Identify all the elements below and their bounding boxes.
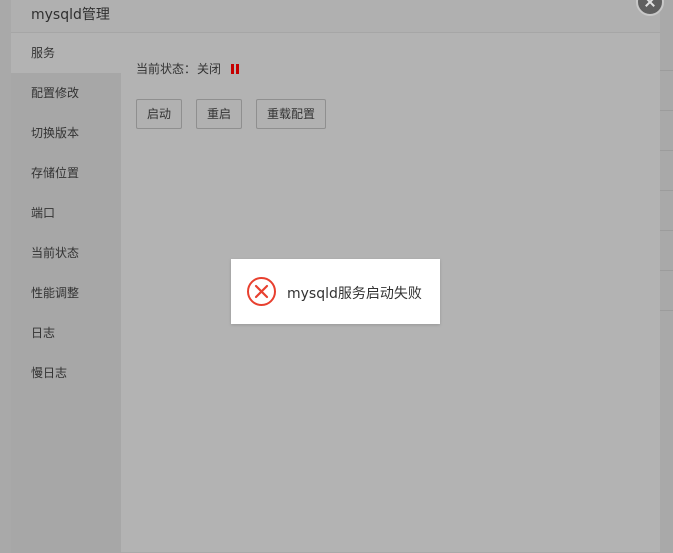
start-button[interactable]: 启动 — [136, 99, 183, 129]
pause-icon — [230, 63, 241, 77]
sidebar-item-performance[interactable]: 性能调整 — [11, 273, 121, 313]
status-label: 当前状态： — [136, 62, 197, 76]
sidebar-item-storage[interactable]: 存储位置 — [11, 153, 121, 193]
sidebar-item-log[interactable]: 日志 — [11, 313, 121, 353]
sidebar-item-status[interactable]: 当前状态 — [11, 233, 121, 273]
service-actions: 启动 重启 重载配置 — [136, 99, 340, 129]
reload-config-button[interactable]: 重载配置 — [256, 99, 327, 129]
error-circle-icon — [247, 277, 276, 306]
sidebar-item-version[interactable]: 切换版本 — [11, 113, 121, 153]
sidebar: 服务 配置修改 切换版本 存储位置 端口 当前状态 性能调整 日志 慢日志 — [11, 33, 121, 553]
dialog-title-bar: mysqld管理 — [11, 0, 660, 33]
status-value: 关闭 — [197, 62, 222, 76]
toast-message: mysqld服务启动失败 — [287, 286, 422, 302]
sidebar-item-service[interactable]: 服务 — [11, 33, 121, 73]
restart-button[interactable]: 重启 — [196, 99, 243, 129]
error-toast: mysqld服务启动失败 — [231, 259, 440, 324]
dialog-title: mysqld管理 — [31, 7, 110, 23]
status-row: 当前状态：关闭 — [136, 60, 241, 77]
sidebar-item-port[interactable]: 端口 — [11, 193, 121, 233]
sidebar-item-config[interactable]: 配置修改 — [11, 73, 121, 113]
sidebar-item-slow-log[interactable]: 慢日志 — [11, 353, 121, 393]
